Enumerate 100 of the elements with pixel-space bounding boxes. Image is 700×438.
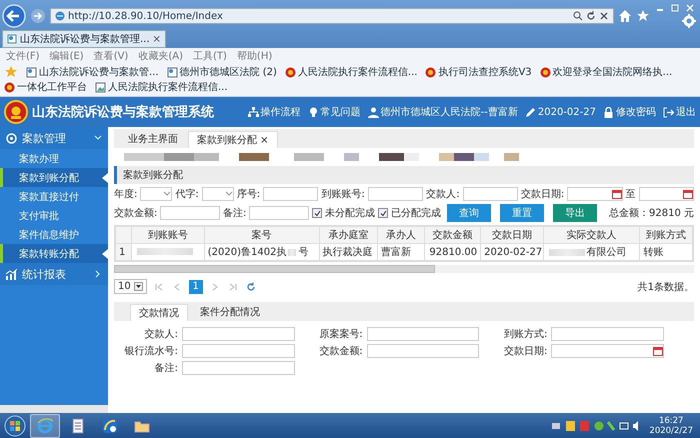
- checkbox[interactable]: [312, 208, 322, 218]
- menu-item[interactable]: 编辑(E): [50, 49, 84, 63]
- nav-link[interactable]: 操作流程: [248, 105, 301, 119]
- input-field[interactable]: [462, 187, 518, 201]
- table-cell: 2020-02-27: [484, 246, 542, 258]
- menu-item[interactable]: 收藏夹(A): [138, 49, 183, 63]
- checkbox[interactable]: [378, 208, 388, 218]
- column-header[interactable]: 承办人: [378, 226, 424, 244]
- date-field[interactable]: [638, 187, 694, 201]
- nav-link[interactable]: 2020-02-27: [524, 106, 596, 118]
- browser-tab[interactable]: 山东法院诉讼费与案款管理... ×: [2, 30, 166, 48]
- start-icon[interactable]: [4, 414, 26, 436]
- clock-date[interactable]: 2020/2/27: [649, 426, 693, 436]
- input-field[interactable]: [366, 344, 480, 358]
- sidebar-item[interactable]: 案款办理: [0, 149, 108, 168]
- horizontal-scrollbar[interactable]: [114, 265, 694, 273]
- refresh-icon[interactable]: [244, 280, 257, 292]
- maximize-icon[interactable]: [669, 4, 681, 12]
- menu-item[interactable]: 查看(V): [94, 49, 128, 63]
- column-header[interactable]: 到账方式: [640, 226, 692, 244]
- input-field[interactable]: [366, 327, 480, 341]
- nav-link[interactable]: 修改密码: [603, 105, 656, 119]
- favorites-star-icon[interactable]: [4, 66, 18, 78]
- calendar-icon[interactable]: [652, 346, 663, 356]
- checkbox-label[interactable]: 未分配完成: [325, 206, 375, 220]
- favorite-link[interactable]: 欢迎登录全国法院网络执...: [540, 65, 672, 79]
- close-icon[interactable]: [599, 11, 609, 21]
- first-page-icon[interactable]: [152, 280, 165, 292]
- calendar-icon[interactable]: [682, 189, 693, 199]
- settings-icon[interactable]: [682, 14, 696, 28]
- input-field[interactable]: [182, 344, 295, 358]
- emblem-icon: [4, 100, 28, 124]
- address-field[interactable]: http://10.28.90.10/Home/Index: [50, 8, 614, 24]
- date-field[interactable]: [567, 187, 623, 201]
- tab[interactable]: 案件分配情况: [192, 304, 268, 321]
- nav-link[interactable]: 退出: [663, 105, 696, 119]
- sidebar-group[interactable]: 统计报表: [0, 263, 108, 285]
- favorite-link[interactable]: 执行司法查控系统V3: [425, 65, 532, 79]
- forward-icon[interactable]: [30, 8, 46, 24]
- sidebar-item[interactable]: 案件信息维护: [0, 225, 108, 244]
- tab[interactable]: 业务主界面: [120, 131, 186, 148]
- close-icon[interactable]: [684, 4, 696, 12]
- input-field[interactable]: [182, 361, 295, 375]
- column-header[interactable]: 案号: [204, 226, 320, 244]
- favorite-link[interactable]: 人民法院执行案件流程信...: [284, 65, 418, 79]
- table-cell: 92810.00: [429, 246, 478, 258]
- field-label: 代字:: [175, 188, 199, 201]
- column-header[interactable]: 承办庭室: [319, 226, 378, 244]
- clock-time[interactable]: 16:27: [658, 416, 684, 426]
- favorite-link[interactable]: 德州市德城区法院 (2): [166, 65, 277, 79]
- menu-item[interactable]: 工具(T): [193, 49, 227, 63]
- input-field[interactable]: [551, 327, 664, 341]
- nav-link[interactable]: 常见问题: [308, 105, 361, 119]
- tab-close[interactable]: ×: [152, 34, 161, 44]
- column-header[interactable]: 交款金额: [424, 226, 481, 244]
- field-label: 原案案号:: [318, 328, 363, 341]
- calendar-icon[interactable]: [612, 189, 622, 199]
- column-header[interactable]: 实际交款人: [543, 226, 640, 244]
- page-button[interactable]: 1: [188, 280, 203, 294]
- input-field[interactable]: [368, 187, 424, 201]
- refresh-icon[interactable]: [586, 11, 596, 21]
- menu-item[interactable]: 文件(F): [6, 49, 40, 63]
- search-icon[interactable]: [573, 11, 583, 21]
- app-icon[interactable]: [102, 418, 118, 434]
- input-field[interactable]: [182, 327, 295, 341]
- date-field[interactable]: [551, 344, 664, 358]
- select-field[interactable]: [202, 187, 234, 201]
- page-size-select[interactable]: 10: [114, 279, 147, 294]
- input-field[interactable]: [249, 206, 309, 220]
- filter-button[interactable]: 重置: [500, 204, 544, 222]
- sidebar-item[interactable]: 案款转账分配: [0, 244, 108, 263]
- back-icon[interactable]: [2, 4, 26, 28]
- horizontal-scrollbar[interactable]: [0, 405, 108, 413]
- page-icon: [26, 66, 37, 78]
- checkbox-label[interactable]: 已分配完成: [391, 206, 441, 220]
- sidebar-item[interactable]: 案款到账分配: [0, 168, 108, 187]
- favorite-link[interactable]: 山东法院诉讼费与案款管...: [26, 65, 159, 79]
- filter-button[interactable]: 导出: [553, 204, 597, 222]
- row-number: 1: [119, 246, 126, 258]
- favorite-link[interactable]: 一体化工作平台: [4, 80, 87, 94]
- select-field[interactable]: [140, 187, 172, 201]
- menu-item[interactable]: 帮助(H): [236, 49, 272, 63]
- column-header[interactable]: 交款日期: [480, 226, 544, 244]
- star-icon[interactable]: [636, 9, 650, 23]
- home-icon[interactable]: [618, 9, 632, 23]
- tab[interactable]: 交款情况: [130, 304, 188, 321]
- document-icon[interactable]: [70, 418, 86, 434]
- favorite-link[interactable]: 人民法院执行案件流程信...: [95, 80, 228, 94]
- tab[interactable]: 案款到账分配 ×: [188, 131, 278, 148]
- input-field[interactable]: [263, 187, 318, 201]
- input-field[interactable]: [160, 206, 220, 220]
- nav-link[interactable]: 德州市德城区人民法院--曹富新: [368, 105, 518, 119]
- column-header[interactable]: 到账账号: [132, 226, 204, 244]
- field-label: 到账账号:: [321, 188, 365, 201]
- sidebar-item[interactable]: 案款直接过付: [0, 187, 108, 206]
- filter-button[interactable]: 查询: [447, 204, 491, 222]
- browser-icon[interactable]: [37, 418, 53, 434]
- caret-icon: [224, 190, 233, 198]
- sidebar-item[interactable]: 支付审批: [0, 206, 108, 225]
- sidebar-group[interactable]: 案款管理: [0, 127, 108, 149]
